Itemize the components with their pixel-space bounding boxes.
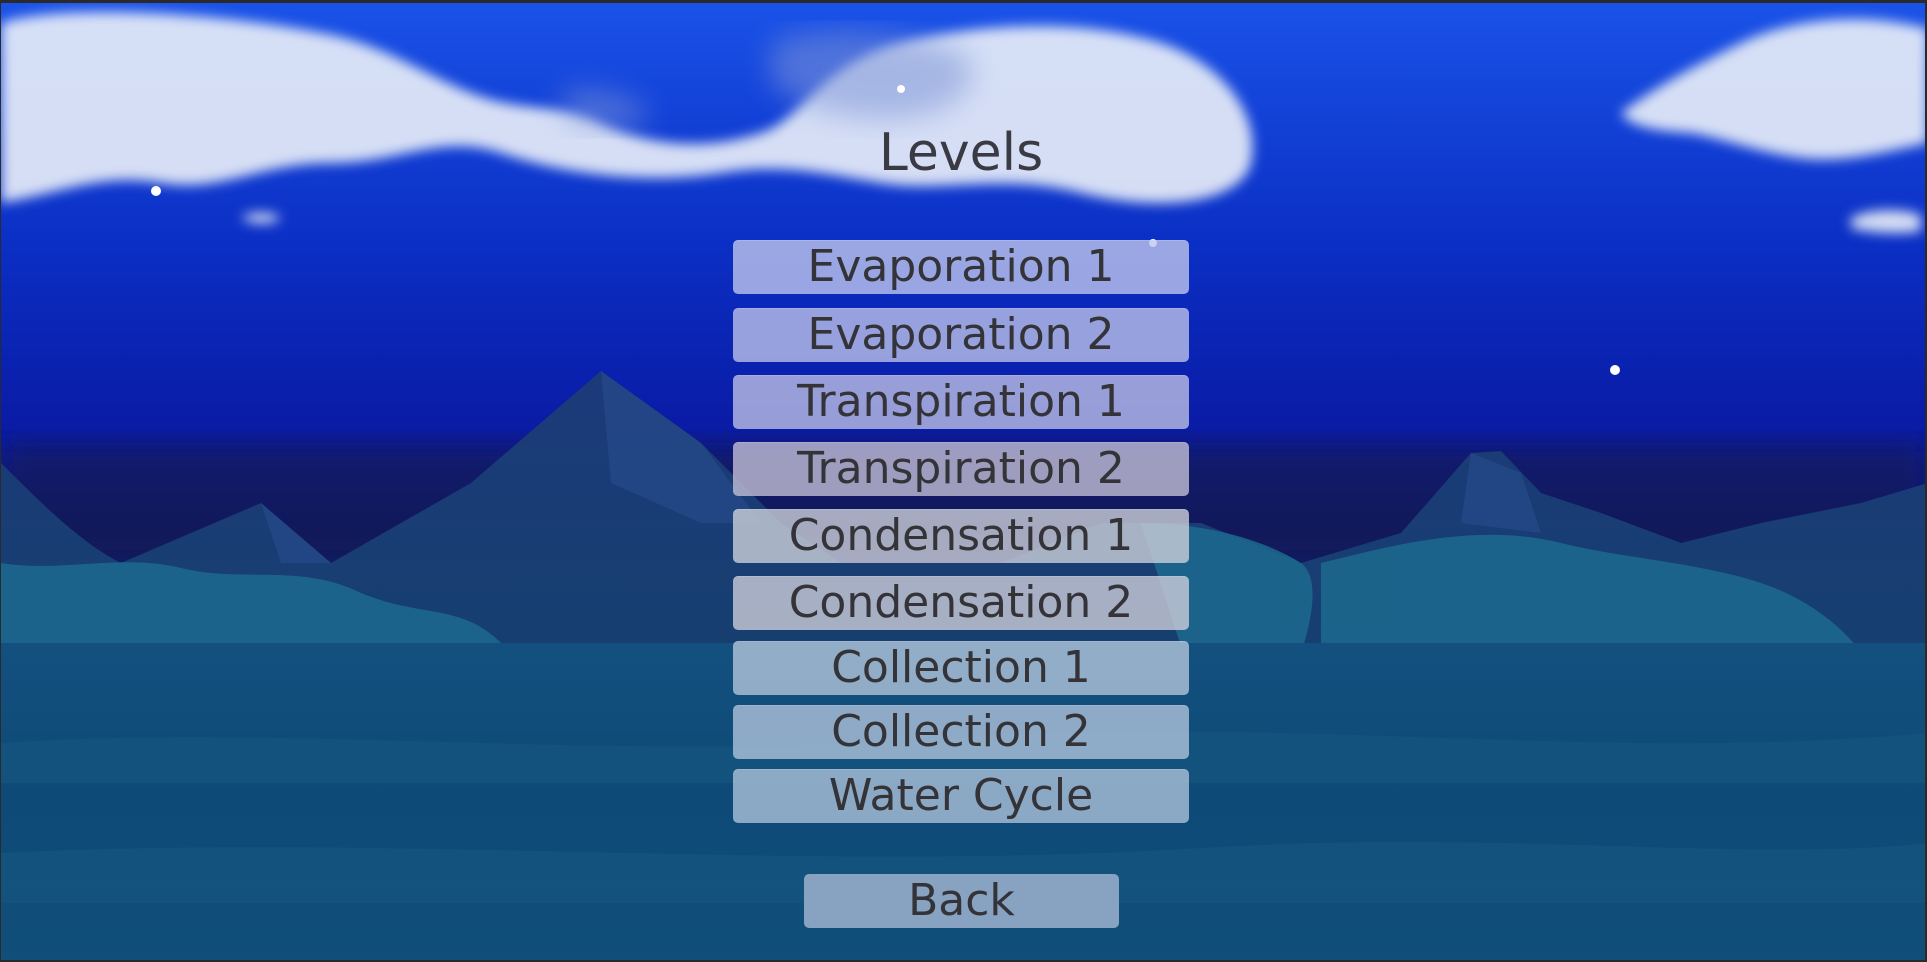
- level-button-collection-1[interactable]: Collection 1: [733, 641, 1189, 695]
- level-button-condensation-2[interactable]: Condensation 2: [733, 576, 1189, 630]
- back-button[interactable]: Back: [804, 874, 1119, 928]
- level-button-collection-2[interactable]: Collection 2: [733, 705, 1189, 759]
- game-screen: Levels Evaporation 1 Evaporation 2 Trans…: [0, 0, 1927, 962]
- level-button-transpiration-1[interactable]: Transpiration 1: [733, 375, 1189, 429]
- page-title: Levels: [878, 123, 1044, 183]
- level-list: Evaporation 1 Evaporation 2 Transpiratio…: [733, 240, 1189, 823]
- level-button-evaporation-2[interactable]: Evaporation 2: [733, 308, 1189, 362]
- level-button-transpiration-2[interactable]: Transpiration 2: [733, 442, 1189, 496]
- level-button-condensation-1[interactable]: Condensation 1: [733, 509, 1189, 563]
- level-button-evaporation-1[interactable]: Evaporation 1: [733, 240, 1189, 294]
- level-button-water-cycle[interactable]: Water Cycle: [733, 769, 1189, 823]
